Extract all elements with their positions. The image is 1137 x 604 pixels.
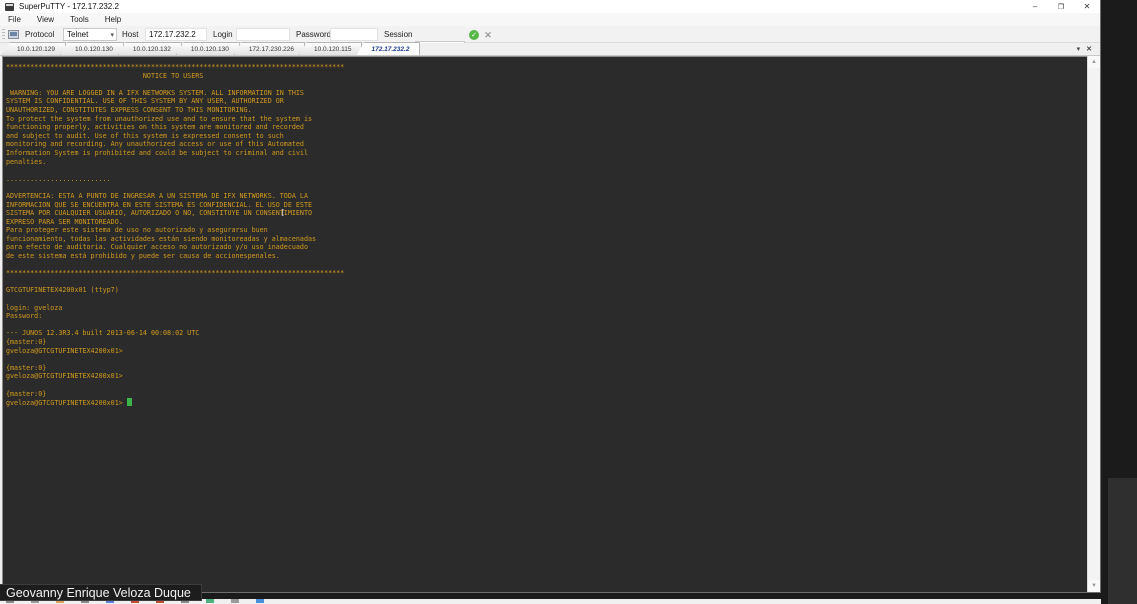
tooltip-text: Geovanny Enrique Veloza Duque: [6, 585, 191, 600]
connection-toolbar: Protocol Telnet Host 172.17.232.2 Login …: [0, 26, 1100, 54]
terminal-scrollbar[interactable]: [1087, 56, 1100, 592]
protocol-label: Protocol: [25, 30, 55, 39]
taskbar-icon-sliver[interactable]: [206, 599, 214, 603]
scroll-down-icon[interactable]: [1088, 580, 1100, 592]
tab-close-icon[interactable]: ✕: [1086, 45, 1092, 53]
taskbar-icon-sliver[interactable]: [256, 599, 264, 603]
terminal-cursor: [126, 398, 132, 407]
ibeam-mouse-cursor: [281, 209, 284, 219]
window-title: SuperPuTTY - 172.17.232.2: [19, 2, 119, 11]
restore-button[interactable]: [1048, 0, 1074, 13]
password-input[interactable]: [330, 28, 378, 41]
menu-file[interactable]: File: [0, 13, 29, 26]
title-bar[interactable]: SuperPuTTY - 172.17.232.2: [0, 0, 1100, 13]
session-tab[interactable]: 172.17.230.226: [233, 42, 305, 55]
menu-help[interactable]: Help: [97, 13, 129, 26]
taskbar-icon-sliver[interactable]: [231, 599, 239, 603]
protocol-select[interactable]: Telnet: [63, 28, 117, 41]
password-label: Password: [296, 30, 332, 39]
desktop-background: SuperPuTTY - 172.17.232.2 File View Tool…: [0, 0, 1137, 604]
terminal-icon: [8, 30, 19, 39]
terminal-output[interactable]: ****************************************…: [6, 63, 344, 408]
login-label: Login: [213, 30, 233, 39]
tab-list-dropdown-icon[interactable]: ▾: [1077, 45, 1081, 53]
session-tab[interactable]: 10.0.120.115: [299, 42, 363, 55]
toolbar-grip-handle[interactable]: [2, 29, 5, 40]
login-input[interactable]: [236, 28, 290, 41]
terminal-screen[interactable]: ****************************************…: [2, 56, 1087, 592]
session-tab[interactable]: 10.0.120.132: [117, 42, 182, 55]
menu-bar: File View Tools Help: [0, 13, 1100, 26]
menu-view[interactable]: View: [29, 13, 62, 26]
tab-bar: 10.0.120.129 10.0.120.130 10.0.120.132 10.0…: [0, 42, 1100, 56]
session-tab[interactable]: 172.17.232.2: [356, 42, 421, 55]
host-input[interactable]: 172.17.232.2: [145, 28, 207, 41]
close-button[interactable]: [1074, 0, 1100, 13]
host-label: Host: [122, 30, 139, 39]
session-tab[interactable]: 10.0.120.130: [175, 42, 240, 55]
scroll-up-icon[interactable]: [1088, 56, 1100, 68]
session-tab[interactable]: 10.0.120.129: [2, 42, 66, 55]
connect-check-icon[interactable]: [469, 30, 479, 40]
session-tab[interactable]: 10.0.120.130: [59, 42, 124, 55]
app-icon: [5, 2, 14, 11]
background-window-panel: [1108, 478, 1137, 604]
taskbar-tooltip: Geovanny Enrique Veloza Duque: [0, 584, 202, 601]
minimize-button[interactable]: [1022, 0, 1048, 13]
close-x-icon[interactable]: [483, 30, 493, 40]
session-label: Session: [384, 30, 413, 39]
tab-strip: 10.0.120.129 10.0.120.130 10.0.120.132 10.0…: [2, 42, 421, 55]
menu-tools[interactable]: Tools: [62, 13, 97, 26]
superputty-window: SuperPuTTY - 172.17.232.2 File View Tool…: [0, 0, 1101, 593]
